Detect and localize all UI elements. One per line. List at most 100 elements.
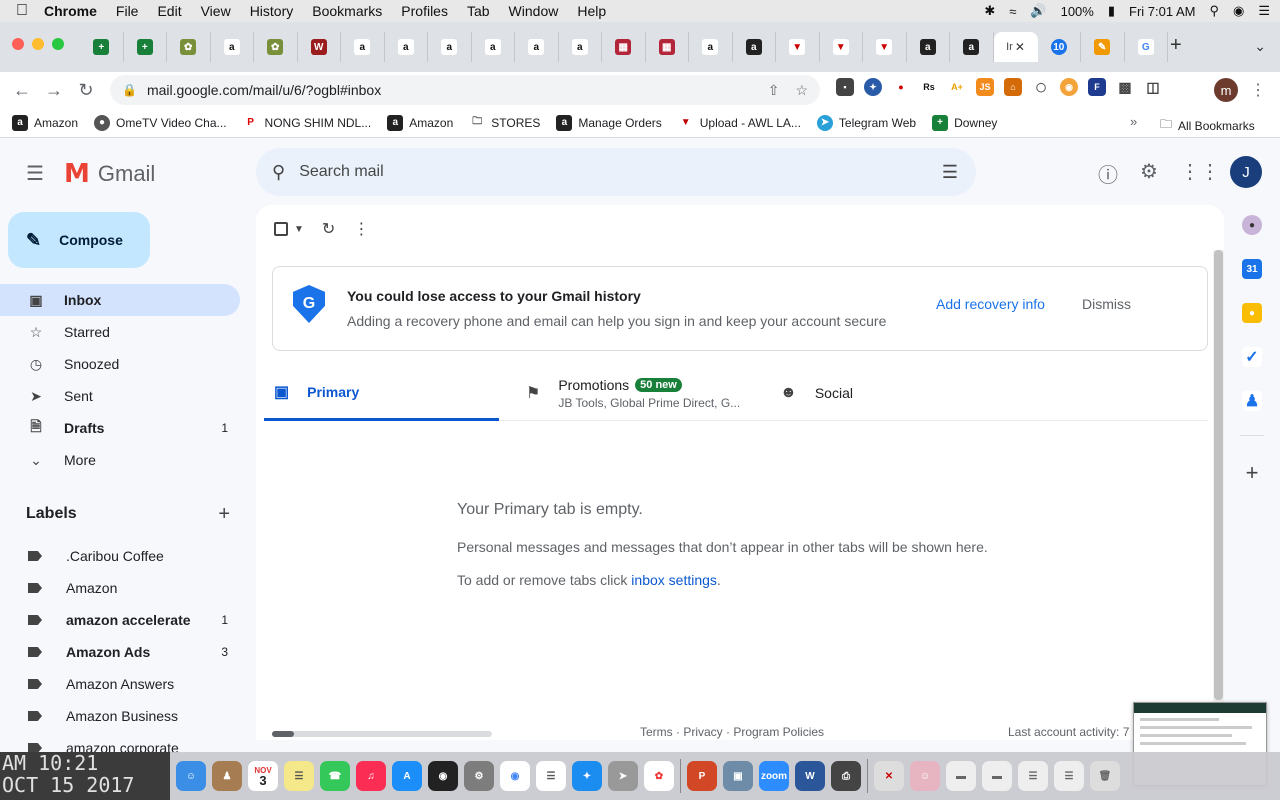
get-addons-icon[interactable]: + <box>1246 460 1259 486</box>
tab[interactable]: a <box>428 32 472 62</box>
address-bar[interactable]: 🔒 mail.google.com/mail/u/6/?ogbl#inbox ⇧… <box>110 75 820 105</box>
bookmark-item[interactable]: a Amazon <box>12 114 78 131</box>
extension-icon[interactable]: ● <box>892 78 910 96</box>
url-text[interactable]: mail.google.com/mail/u/6/?ogbl#inbox <box>147 82 381 98</box>
search-icon[interactable]: ⚲ <box>272 162 285 183</box>
select-dropdown-icon[interactable]: ▼ <box>294 224 304 235</box>
calendar-icon[interactable]: 31 <box>1242 259 1262 279</box>
help-icon[interactable]: ⓘ <box>1098 159 1118 188</box>
tab[interactable]: ▦ <box>646 32 689 62</box>
assistant-icon[interactable]: ● <box>1242 215 1262 235</box>
tab[interactable]: a <box>211 32 254 62</box>
document-file-icon[interactable]: ☰ <box>1018 761 1048 791</box>
menu-view[interactable]: View <box>201 3 231 19</box>
label-item[interactable]: Amazon Business <box>0 700 240 732</box>
siri-app-icon[interactable]: ◉ <box>428 761 458 791</box>
tab[interactable]: ✿ <box>167 32 211 62</box>
extension-icon[interactable]: ▪ <box>836 78 854 96</box>
bookmark-item[interactable]: ● OmeTV Video Cha... <box>94 114 227 131</box>
menu-help[interactable]: Help <box>577 3 606 19</box>
menu-history[interactable]: History <box>250 3 294 19</box>
word-icon[interactable]: W <box>795 761 825 791</box>
tab[interactable]: a <box>472 32 515 62</box>
select-all-checkbox[interactable] <box>274 222 288 236</box>
zoom-window-button[interactable] <box>52 38 64 50</box>
tab[interactable]: a <box>689 32 733 62</box>
puzzle-icon[interactable]: ▩ <box>1116 78 1134 96</box>
preview-icon[interactable]: ▣ <box>723 761 753 791</box>
bookmark-item[interactable]: ▼ Upload - AWL LA... <box>677 114 801 131</box>
extension-icon[interactable]: ◯ <box>1032 78 1050 96</box>
scroll-thumb[interactable] <box>1214 250 1223 700</box>
menu-app-name[interactable]: Chrome <box>44 3 97 19</box>
wifi-icon[interactable]: ≈ <box>1009 4 1016 19</box>
notes-icon[interactable]: ☰ <box>284 761 314 791</box>
tab[interactable]: ✿ <box>254 32 298 62</box>
tab[interactable]: 10 <box>1038 32 1081 62</box>
menu-edit[interactable]: Edit <box>157 3 181 19</box>
profile-avatar[interactable]: m <box>1214 78 1238 102</box>
system-preferences-icon[interactable]: ⚙ <box>464 761 494 791</box>
siri-icon[interactable]: ◉ <box>1233 3 1244 19</box>
tab[interactable]: ✎ <box>1081 32 1125 62</box>
tab[interactable]: ▼ <box>820 32 863 62</box>
settings-gear-icon[interactable]: ⚙ <box>1140 159 1158 188</box>
tab-primary[interactable]: ▣ Primary <box>264 365 499 421</box>
tab[interactable]: ▼ <box>863 32 907 62</box>
share-icon[interactable]: ⇧ <box>768 82 780 99</box>
inbox-settings-link[interactable]: inbox settings <box>631 572 717 588</box>
all-bookmarks[interactable]: 🗀 All Bookmarks <box>1160 115 1255 136</box>
tab-promotions[interactable]: ⚑ Promotions 50 new JB Tools, Global Pri… <box>526 365 766 421</box>
label-item[interactable]: amazon accelerate 1 <box>0 604 240 636</box>
add-recovery-info-button[interactable]: Add recovery info <box>936 296 1045 312</box>
menu-file[interactable]: File <box>116 3 139 19</box>
nav-sent[interactable]: ➤ Sent <box>0 380 240 412</box>
nav-more[interactable]: ⌄ More <box>0 444 240 476</box>
printer-icon[interactable]: ⎙ <box>831 761 861 791</box>
bookmark-item[interactable]: + Downey <box>932 114 997 131</box>
tab[interactable]: a <box>559 32 602 62</box>
finder-icon[interactable]: ☺ <box>176 761 206 791</box>
bookmark-item[interactable]: P NONG SHIM NDL... <box>242 114 371 131</box>
chevron-down-icon[interactable]: ⌄ <box>1254 38 1266 55</box>
extension-icon[interactable]: ⌂ <box>1004 78 1022 96</box>
clock[interactable]: Fri 7:01 AM <box>1129 4 1195 19</box>
forward-icon[interactable]: → <box>38 80 70 101</box>
extension-icon[interactable]: ✦ <box>864 78 882 96</box>
document-icon[interactable]: ✕ <box>874 761 904 791</box>
safari-icon[interactable]: ✦ <box>572 761 602 791</box>
reload-icon[interactable]: ↻ <box>70 80 102 101</box>
gmail-logo[interactable]: M Gmail <box>64 159 155 189</box>
side-panel-icon[interactable]: ◫ <box>1144 78 1162 96</box>
label-item[interactable]: Amazon <box>0 572 240 604</box>
back-icon[interactable]: ← <box>6 80 38 101</box>
reminders-icon[interactable]: ☰ <box>536 761 566 791</box>
screenshot-file-icon[interactable]: ▬ <box>982 761 1012 791</box>
menu-profiles[interactable]: Profiles <box>401 3 448 19</box>
close-window-button[interactable] <box>12 38 24 50</box>
vertical-scrollbar[interactable] <box>1213 250 1224 740</box>
tab[interactable]: ▼ <box>776 32 820 62</box>
photos-icon[interactable]: ✿ <box>644 761 674 791</box>
more-actions-icon[interactable]: ⋮ <box>353 219 369 239</box>
label-item[interactable]: Amazon Ads 3 <box>0 636 240 668</box>
bookmarks-overflow-icon[interactable]: » <box>1130 114 1137 129</box>
minimize-window-button[interactable] <box>32 38 44 50</box>
keep-icon[interactable]: ● <box>1242 303 1262 323</box>
search-options-icon[interactable]: ☰ <box>942 162 958 183</box>
trash-icon[interactable]: 🗑 <box>1090 761 1120 791</box>
add-label-icon[interactable]: + <box>218 503 230 526</box>
refresh-icon[interactable]: ↻ <box>322 219 335 239</box>
menu-window[interactable]: Window <box>509 3 559 19</box>
dismiss-button[interactable]: Dismiss <box>1082 296 1131 312</box>
extension-icon[interactable]: A+ <box>948 78 966 96</box>
bookmark-folder[interactable]: 🗀 STORES <box>469 114 540 131</box>
extension-icon[interactable]: F <box>1088 78 1106 96</box>
nav-starred[interactable]: ☆ Starred <box>0 316 240 348</box>
tab-social[interactable]: ☻ Social <box>780 365 930 421</box>
tab[interactable]: + <box>124 32 167 62</box>
contacts-icon[interactable]: ♟ <box>1242 391 1262 411</box>
menu-tab[interactable]: Tab <box>467 3 490 19</box>
bookmark-star-icon[interactable]: ☆ <box>795 82 808 99</box>
chrome-menu-icon[interactable]: ⋮ <box>1250 80 1266 100</box>
